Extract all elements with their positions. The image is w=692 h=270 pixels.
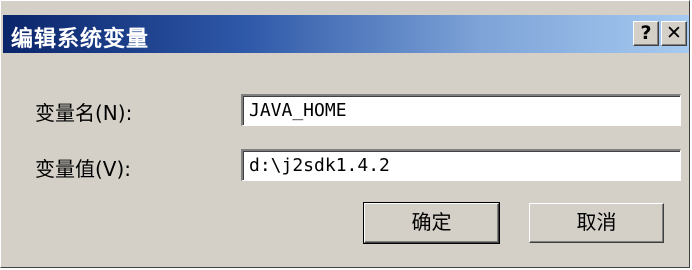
variable-value-label: 变量值(V): xyxy=(35,157,132,181)
variable-value-input[interactable] xyxy=(241,149,681,181)
title-bar[interactable]: 编辑系统变量 ? ✕ xyxy=(3,15,689,53)
dialog-title: 编辑系统变量 xyxy=(11,27,150,52)
cancel-button[interactable]: 取消 xyxy=(529,203,664,243)
variable-name-label: 变量名(N): xyxy=(35,101,133,125)
ok-button[interactable]: 确定 xyxy=(363,202,500,244)
edit-system-variable-dialog: 编辑系统变量 ? ✕ 变量名(N): 变量值(V): 确定 取消 xyxy=(0,0,690,268)
help-button[interactable]: ? xyxy=(633,21,659,46)
close-button[interactable]: ✕ xyxy=(661,21,687,46)
variable-name-input[interactable] xyxy=(241,94,681,126)
